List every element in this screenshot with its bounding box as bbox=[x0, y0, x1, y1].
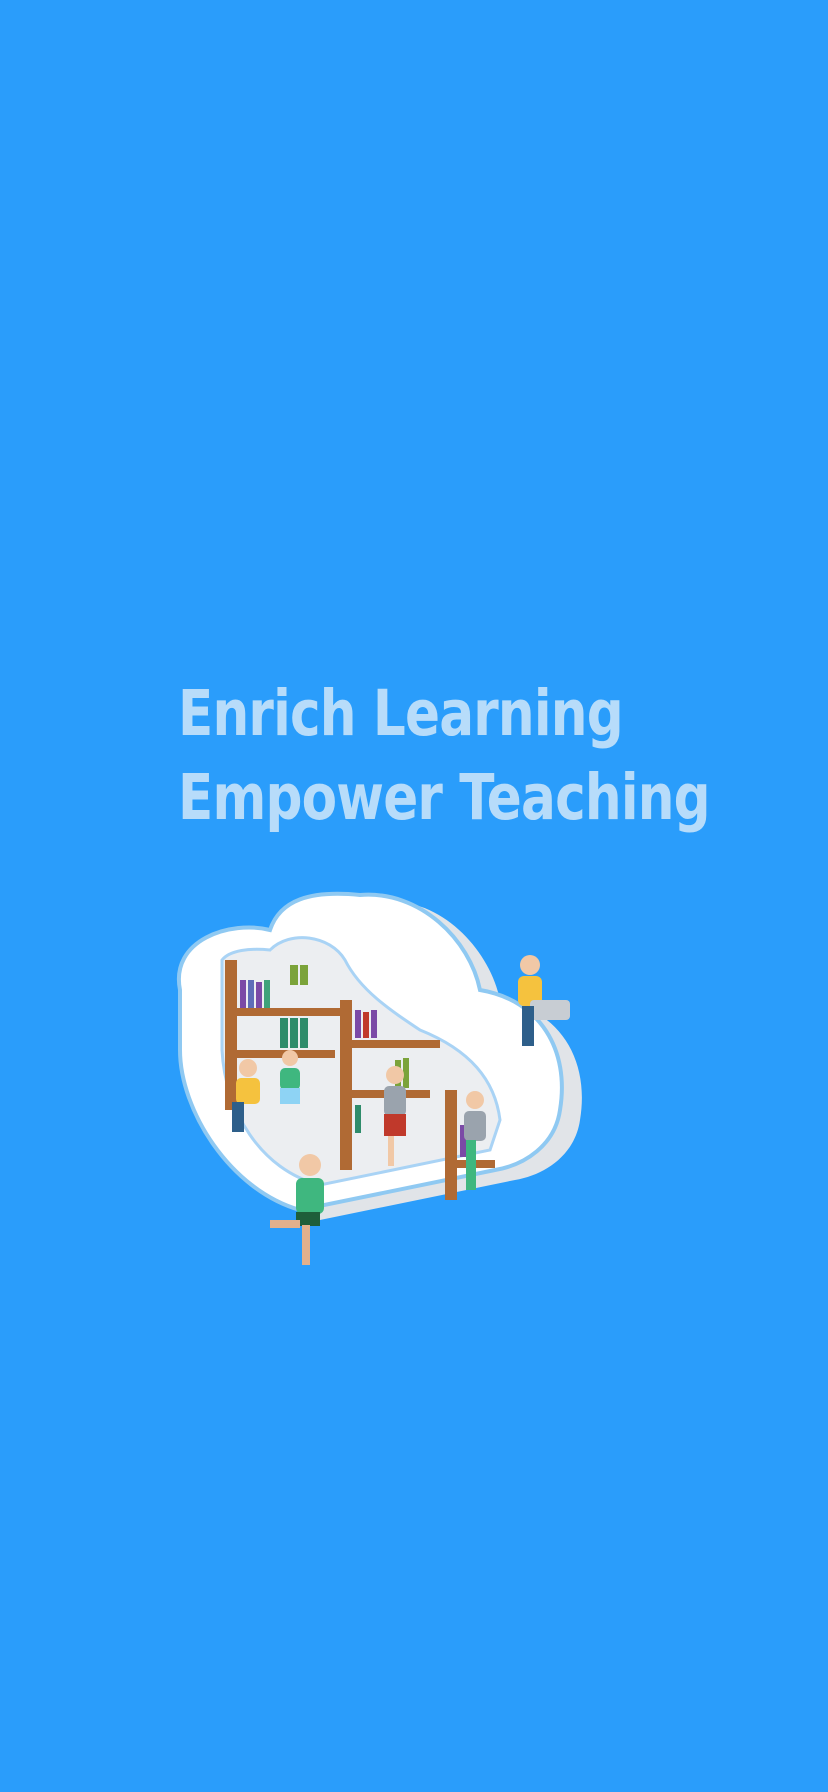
tagline-line-1: Enrich Learning bbox=[178, 677, 624, 750]
tagline-line-2: Empower Teaching bbox=[178, 761, 711, 834]
splash-screen: Enrich Learning Empower Teaching bbox=[0, 0, 828, 1792]
person-sitting-teal bbox=[280, 1050, 300, 1104]
cloud-library-illustration bbox=[176, 891, 582, 1265]
tagline: Enrich Learning Empower Teaching bbox=[178, 672, 711, 840]
